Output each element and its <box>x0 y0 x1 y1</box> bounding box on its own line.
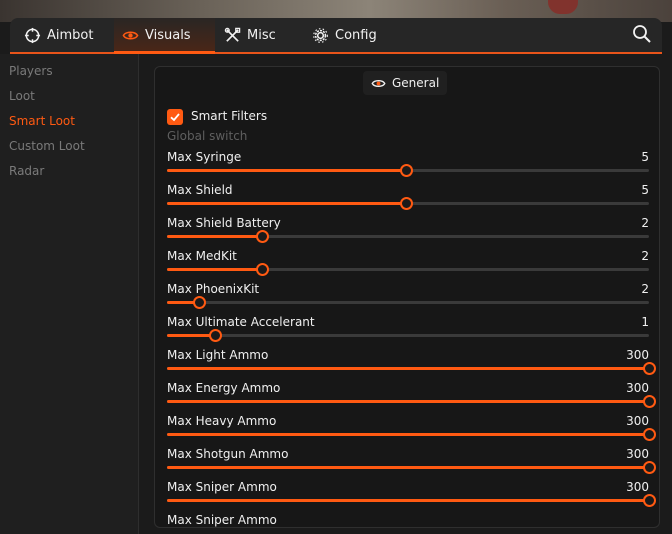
slider-row: Max Sniper Ammo 300 <box>167 480 656 513</box>
slider-row: Max Shield Battery 2 <box>167 216 649 249</box>
slider-track[interactable] <box>167 461 656 474</box>
slider-label: Max Sniper Ammo <box>167 513 277 527</box>
slider-value: 300 <box>626 414 649 428</box>
slider-value: 300 <box>626 348 649 362</box>
slider-label: Max Sniper Ammo <box>167 480 277 494</box>
slider-fill <box>167 367 649 370</box>
slider-handle[interactable] <box>192 296 206 309</box>
tab-config[interactable]: Config <box>312 18 392 52</box>
slider-track[interactable] <box>167 263 649 276</box>
slider-label: Max Light Ammo <box>167 348 269 362</box>
slider-label: Max Ultimate Accelerant <box>167 315 315 329</box>
sidebar-item-radar[interactable]: Radar <box>9 164 44 178</box>
slider-handle[interactable] <box>256 230 270 243</box>
slider-value: 300 <box>626 381 649 395</box>
slider-label: Max Shield <box>167 183 233 197</box>
slider-label: Max Syringe <box>167 150 242 164</box>
slider-fill <box>167 268 263 271</box>
tools-icon <box>224 27 247 44</box>
slider-label: Max Heavy Ammo <box>167 414 277 428</box>
slider-fill <box>167 202 406 205</box>
slider-fill <box>167 169 406 172</box>
checkmark-icon <box>169 111 181 123</box>
general-panel: General Smart Filters Global switch Max … <box>154 66 660 528</box>
slider-row: Max Light Ammo 300 <box>167 348 656 381</box>
slider-handle[interactable] <box>643 362 656 375</box>
gear-icon <box>312 27 335 44</box>
slider-value: 1 <box>641 315 649 329</box>
tab-visuals[interactable]: Visuals <box>114 18 215 54</box>
slider-value: 300 <box>626 480 649 494</box>
slider-fill <box>167 400 649 403</box>
slider-fill <box>167 334 215 337</box>
slider-value: 2 <box>641 216 649 230</box>
slider-fill <box>167 499 649 502</box>
slider-handle[interactable] <box>208 329 222 342</box>
panel-header: General <box>363 71 448 95</box>
slider-row: Max Shield 5 <box>167 183 649 216</box>
slider-handle[interactable] <box>256 263 270 276</box>
sidebar-item-loot[interactable]: Loot <box>9 89 35 103</box>
slider-track[interactable] <box>167 362 656 375</box>
slider-row: Max Ultimate Accelerant 1 <box>167 315 649 348</box>
slider-row: Max Heavy Ammo 300 <box>167 414 656 447</box>
slider-row: Max Sniper Ammo <box>167 513 649 527</box>
sidebar: Players Loot Smart Loot Custom Loot Rada… <box>0 54 139 534</box>
tab-label: Misc <box>247 27 276 43</box>
tab-label: Config <box>335 27 377 43</box>
slider-fill <box>167 235 263 238</box>
slider-label: Max Energy Ammo <box>167 381 281 395</box>
slider-handle[interactable] <box>643 527 656 528</box>
slider-row: Max Syringe 5 <box>167 150 649 183</box>
crosshair-icon <box>24 27 47 44</box>
sidebar-item-custom-loot[interactable]: Custom Loot <box>9 139 85 153</box>
slider-handle[interactable] <box>643 461 656 474</box>
slider-label: Max PhoenixKit <box>167 282 260 296</box>
slider-track[interactable] <box>167 296 649 309</box>
slider-value: 5 <box>641 183 649 197</box>
tab-label: Aimbot <box>47 27 94 43</box>
slider-track[interactable] <box>167 329 649 342</box>
tab-aimbot[interactable]: Aimbot <box>16 18 112 52</box>
top-nav: Aimbot Visuals Misc Config <box>10 18 662 54</box>
slider-fill <box>167 433 649 436</box>
slider-row: Max Energy Ammo 300 <box>167 381 656 414</box>
slider-track[interactable] <box>167 164 649 177</box>
slider-label: Max Shield Battery <box>167 216 281 230</box>
slider-label: Max Shotgun Ammo <box>167 447 289 461</box>
search-button[interactable] <box>632 24 652 44</box>
slider-value: 2 <box>641 282 649 296</box>
slider-label: Max MedKit <box>167 249 237 263</box>
slider-row: Max Shotgun Ammo 300 <box>167 447 656 480</box>
slider-row: Max MedKit 2 <box>167 249 649 282</box>
slider-handle[interactable] <box>399 197 413 210</box>
slider-track[interactable] <box>167 230 649 243</box>
slider-row: Max PhoenixKit 2 <box>167 282 649 315</box>
smart-filters-sublabel: Global switch <box>167 129 248 143</box>
tab-misc[interactable]: Misc <box>224 18 304 52</box>
panel-title: General <box>392 76 440 90</box>
smart-filters-checkbox[interactable] <box>167 109 183 125</box>
slider-track[interactable] <box>167 494 656 507</box>
eye-icon <box>122 27 145 44</box>
tab-label: Visuals <box>145 27 191 43</box>
slider-value: 2 <box>641 249 649 263</box>
slider-track[interactable] <box>167 395 656 408</box>
eye-icon <box>371 76 392 91</box>
slider-handle[interactable] <box>643 428 656 441</box>
slider-handle[interactable] <box>643 395 656 408</box>
sidebar-item-players[interactable]: Players <box>9 64 53 78</box>
sidebar-item-smart-loot[interactable]: Smart Loot <box>9 114 75 128</box>
slider-handle[interactable] <box>643 494 656 507</box>
search-icon <box>632 24 652 44</box>
slider-track[interactable] <box>167 428 656 441</box>
slider-handle[interactable] <box>399 164 413 177</box>
smart-filters-label: Smart Filters <box>191 109 268 123</box>
slider-track[interactable] <box>167 197 649 210</box>
slider-value: 300 <box>626 447 649 461</box>
slider-fill <box>167 466 649 469</box>
slider-value: 5 <box>641 150 649 164</box>
